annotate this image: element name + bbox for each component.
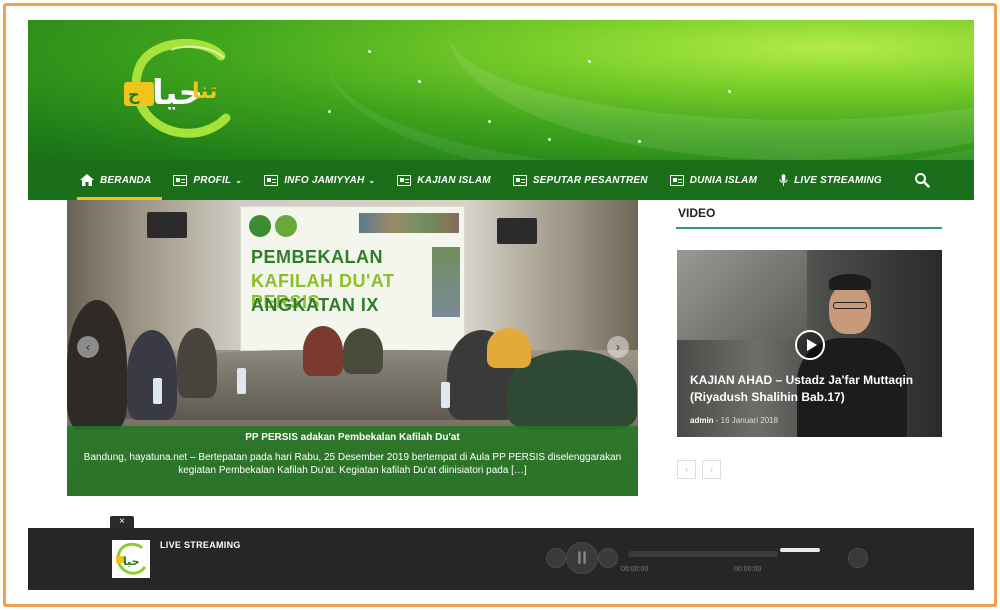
nav-label: INFO JAMIYYAH [284,174,365,186]
video-next-button[interactable]: › [702,460,721,479]
speaker-image [147,212,187,238]
speaker-image [497,218,537,244]
nav-item-beranda[interactable]: BERANDA [69,160,163,200]
slide-excerpt: Bandung, hayatuna.net – Bertepatan pada … [83,452,622,476]
banner-line: ANGKATAN IX [251,295,379,315]
site-logo[interactable]: ح حيا تنا [116,34,246,144]
microphone-icon [779,173,788,186]
forward-button[interactable] [598,548,618,568]
video-title-link[interactable]: KAJIAN AHAD – Ustadz Ja'far Muttaqin (Ri… [690,372,930,406]
id-card-icon [264,174,279,186]
video-author[interactable]: admin [690,416,714,425]
video-meta: admin - 16 Januari 2018 [690,416,778,425]
nav-item-profil[interactable]: PROFIL ⌄ [162,160,253,200]
pause-button[interactable] [566,542,598,574]
video-prev-button[interactable]: ‹ [677,460,696,479]
chevron-down-icon: ⌄ [235,175,243,185]
id-card-icon [397,174,412,186]
nav-label: SEPUTAR PESANTREN [532,174,648,186]
banner-line: PEMBEKALAN [251,247,384,267]
progress-track[interactable] [628,551,778,557]
nav-label: DUNIA ISLAM [689,174,758,186]
widget-title-underline [676,227,942,229]
time-elapsed: 00:00:00 [621,566,649,573]
nav-label: PROFIL [193,174,232,186]
search-icon[interactable] [914,172,930,188]
website: ح حيا تنا BERANDA PROFIL ⌄ INFO JAMIYYAH… [28,20,974,590]
chevron-down-icon: ⌄ [368,175,376,185]
volume-slider[interactable] [780,548,820,552]
svg-text:حيا: حيا [123,555,140,568]
meta-separator: - [713,416,721,425]
station-logo: حيا [112,540,150,578]
widget-title: VIDEO [678,206,716,220]
svg-text:تنا: تنا [192,79,218,104]
featured-slider[interactable]: PEMBEKALAN KAFILAH DU'AT PERSIS ANGKATAN… [67,200,638,496]
slide-title-link[interactable]: PP PERSIS adakan Pembekalan Kafilah Du'a… [67,432,638,443]
nav-label: LIVE STREAMING [794,174,882,186]
nav-label: KAJIAN ISLAM [417,174,491,186]
nav-item-dunia-islam[interactable]: DUNIA ISLAM [659,160,768,200]
live-streaming-player: حيا LIVE STREAMING 00:00:00 00:00:00 [28,528,974,590]
nav-item-live-streaming[interactable]: LIVE STREAMING [768,160,893,200]
nav-item-kajian-islam[interactable]: KAJIAN ISLAM [386,160,502,200]
play-icon[interactable] [795,330,825,360]
svg-text:ح: ح [128,85,140,104]
slider-caption: PP PERSIS adakan Pembekalan Kafilah Du'a… [67,426,638,496]
close-player-button[interactable]: × [110,516,134,528]
nav-label: BERANDA [100,174,152,186]
rewind-button[interactable] [546,548,566,568]
main-navigation: BERANDA PROFIL ⌄ INFO JAMIYYAH ⌄ KAJIAN … [28,160,974,200]
time-duration: 00:00:00 [734,566,762,573]
volume-button[interactable] [848,548,868,568]
id-card-icon [669,174,684,186]
player-title: LIVE STREAMING [160,540,241,550]
slider-next-button[interactable]: › [607,336,629,358]
video-card[interactable]: KAJIAN AHAD – Ustadz Ja'far Muttaqin (Ri… [677,250,942,437]
nav-item-info-jamiyyah[interactable]: INFO JAMIYYAH ⌄ [253,160,386,200]
pause-icon [578,551,586,564]
event-banner-image: PEMBEKALAN KAFILAH DU'AT PERSIS ANGKATAN… [240,206,465,351]
video-date: 16 Januari 2018 [720,416,779,425]
id-card-icon [512,174,527,186]
slider-prev-button[interactable]: ‹ [77,336,99,358]
id-card-icon [173,174,188,186]
home-icon [80,174,94,186]
nav-item-seputar-pesantren[interactable]: SEPUTAR PESANTREN [502,160,659,200]
header-banner: ح حيا تنا [28,20,974,160]
